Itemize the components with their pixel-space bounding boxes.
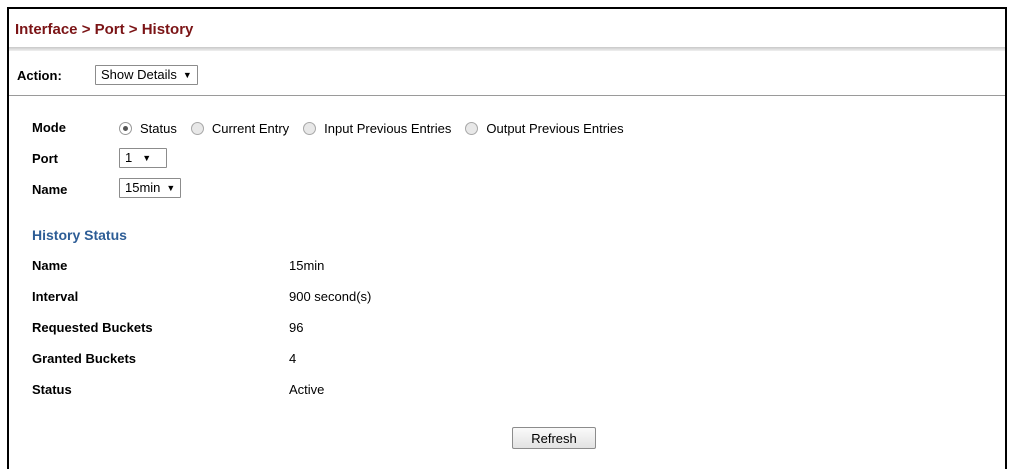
mode-option-label: Status [140, 120, 177, 136]
history-status-heading: History Status [32, 227, 127, 243]
mode-option-label: Input Previous Entries [324, 120, 452, 136]
name-label: Name [32, 182, 68, 197]
mode-option-label: Output Previous Entries [486, 120, 624, 136]
status-row-label-requested-buckets: Requested Buckets [32, 320, 153, 335]
mode-label: Mode [32, 120, 66, 135]
page-title-bar: Interface > Port > History [9, 9, 1005, 49]
chevron-down-icon: ▼ [142, 153, 152, 163]
radio-status[interactable] [119, 121, 132, 135]
name-select[interactable]: 15min ▼ [119, 178, 182, 198]
status-row-value-status: Active [289, 382, 325, 397]
status-row-label-status: Status [32, 382, 72, 397]
chevron-down-icon: ▼ [166, 183, 176, 193]
status-row-value-requested-buckets: 96 [289, 320, 304, 335]
page-frame: Interface > Port > History Action: Show … [7, 7, 1007, 469]
status-row-label-name: Name [32, 258, 68, 273]
mode-option-output-previous-entries[interactable]: Output Previous Entries [465, 120, 624, 136]
port-label: Port [32, 151, 58, 166]
mode-radio-group: Status Current Entry Input Previous Entr… [119, 119, 638, 137]
mode-option-status[interactable]: Status [119, 121, 177, 136]
port-select[interactable]: 1 ▼ [119, 148, 167, 168]
action-label: Action: [17, 68, 62, 83]
status-row-label-interval: Interval [32, 289, 79, 304]
radio-output-previous-entries[interactable] [465, 121, 479, 135]
radio-current-entry[interactable] [190, 121, 204, 135]
action-select[interactable]: Show Details ▼ [95, 65, 198, 85]
mode-option-label: Current Entry [211, 120, 290, 136]
status-row-value-granted-buckets: 4 [289, 351, 297, 366]
port-select-value: 1 [125, 150, 133, 165]
title-divider [9, 47, 1005, 51]
chevron-down-icon: ▼ [182, 70, 192, 80]
status-row-value-interval: 900 second(s) [289, 289, 372, 304]
radio-input-previous-entries[interactable] [303, 121, 317, 135]
name-select-value: 15min [125, 180, 161, 195]
mode-option-input-previous-entries[interactable]: Input Previous Entries [303, 121, 451, 136]
breadcrumb: Interface > Port > History [15, 21, 194, 38]
status-row-value-name: 15min [289, 258, 325, 273]
refresh-button[interactable]: Refresh [512, 427, 596, 449]
action-select-value: Show Details [101, 67, 177, 82]
mode-option-current-entry[interactable]: Current Entry [190, 120, 290, 136]
status-row-label-granted-buckets: Granted Buckets [32, 351, 137, 366]
action-bar: Action: Show Details ▼ [9, 53, 1005, 96]
